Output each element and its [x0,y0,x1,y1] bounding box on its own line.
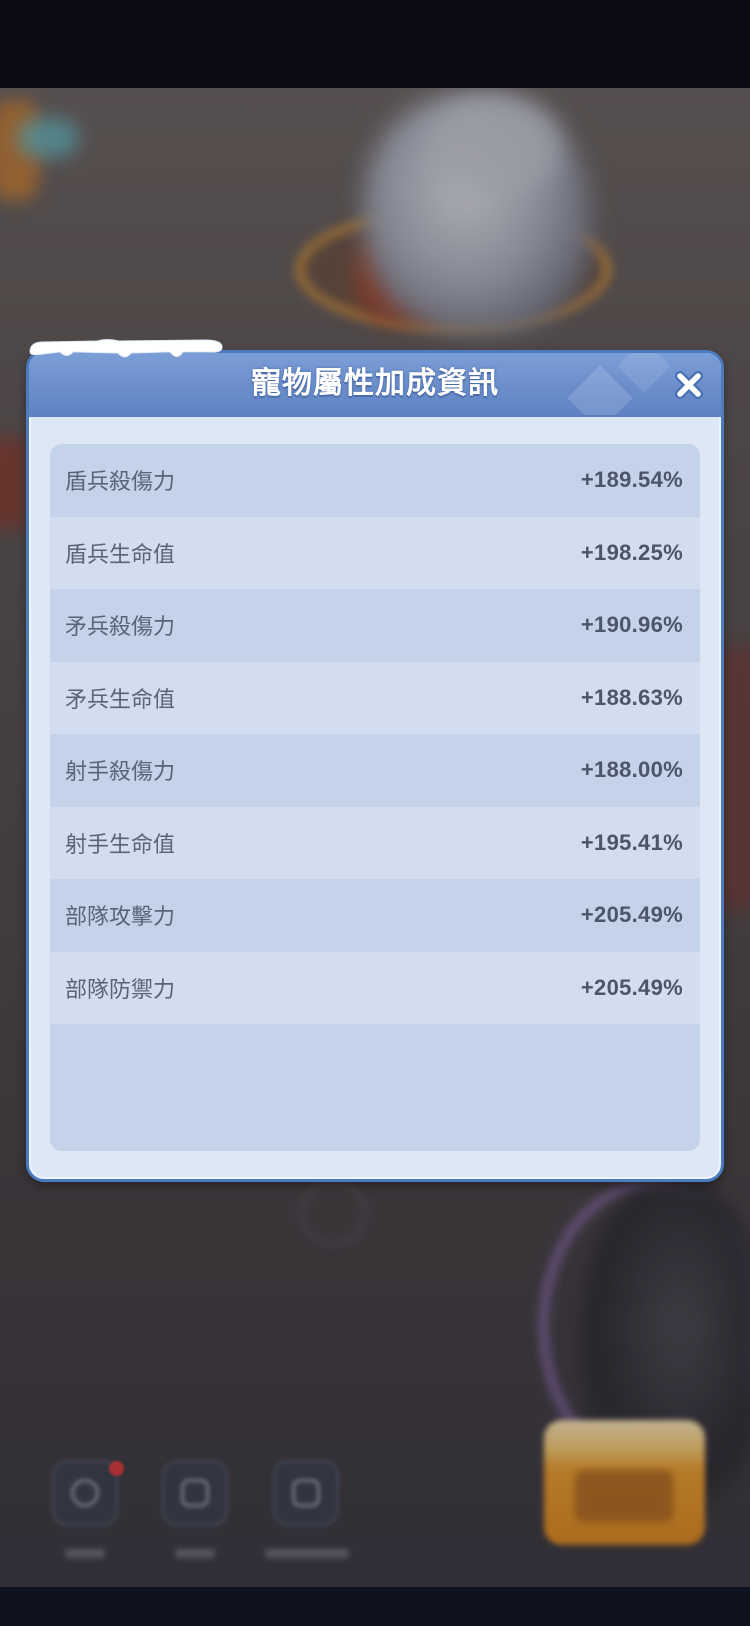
stat-label: 射手殺傷力 [65,759,176,785]
stat-label: 盾兵生命值 [65,541,176,567]
stat-label: 部隊攻擊力 [65,904,176,930]
stat-label: 部隊防禦力 [65,976,176,1002]
stat-value: +188.63% [580,684,683,710]
stat-value: +190.96% [580,612,683,638]
stat-row: 射手生命值 +195.41% [50,806,700,879]
stat-row: 矛兵生命值 +188.63% [50,661,700,734]
close-icon [675,371,703,399]
stat-value: +205.49% [580,902,683,928]
stat-row: 盾兵殺傷力 +189.54% [50,444,700,517]
stat-value: +188.00% [580,757,683,783]
stat-row: 盾兵生命值 +198.25% [50,516,700,589]
stats-list: 盾兵殺傷力 +189.54% 盾兵生命值 +198.25% 矛兵殺傷力 +190… [50,444,700,1151]
stat-label: 射手生命值 [65,831,176,857]
stat-value: +205.49% [580,974,683,1000]
stat-label: 盾兵殺傷力 [65,469,176,495]
stat-label: 矛兵殺傷力 [65,614,176,640]
stat-value: +198.25% [580,539,683,565]
stat-row: 矛兵殺傷力 +190.96% [50,589,700,662]
stat-row: 部隊防禦力 +205.49% [50,951,700,1024]
snow-decoration [29,339,223,358]
close-button[interactable] [672,368,706,402]
stat-row: 射手殺傷力 +188.00% [50,734,700,807]
stat-value: +195.41% [580,829,683,855]
pet-attribute-bonus-dialog: 寵物屬性加成資訊 盾兵殺傷力 +189.54% 盾兵生命值 +198.25% 矛… [26,350,724,1182]
stat-value: +189.54% [580,467,683,493]
stat-row: 部隊攻擊力 +205.49% [50,879,700,952]
stat-label: 矛兵生命值 [65,686,176,712]
